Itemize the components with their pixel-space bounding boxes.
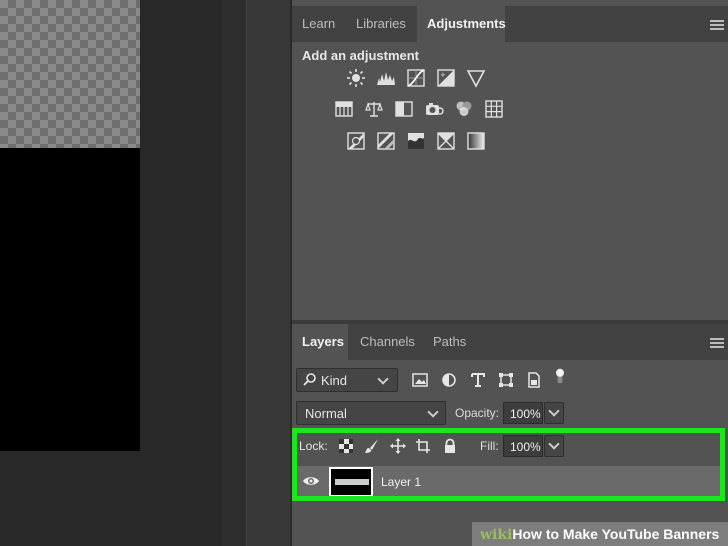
selective-color-icon[interactable] [434,129,458,153]
color-balance-icon[interactable] [362,97,386,121]
banner-black-fill [0,148,140,451]
tab-adjustments[interactable]: Adjustments [417,6,506,42]
curves-icon[interactable] [404,66,428,90]
canvas-scroll-gutter [222,0,246,546]
pixel-layer-filter-icon[interactable] [410,370,430,390]
adjustment-layer-filter-icon[interactable] [439,370,459,390]
transparency-checkerboard [0,0,140,148]
opacity-label: Opacity: [455,406,500,420]
exposure-icon[interactable]: + [434,66,458,90]
photo-filter-icon[interactable] [422,97,446,121]
panel-menu-icon[interactable] [710,20,724,30]
shape-layer-filter-icon[interactable] [496,370,516,390]
channel-mixer-icon[interactable] [452,97,476,121]
invert-icon[interactable] [344,129,368,153]
highlight-annotation-box [292,428,725,501]
watermark-prefix: wiki [480,527,513,543]
tab-layers[interactable]: Layers [292,324,348,360]
black-white-icon[interactable] [392,97,416,121]
svg-text:+: + [440,71,446,79]
document-canvas[interactable] [0,0,222,546]
blend-mode-value: Normal [305,406,347,421]
filter-toggle-icon[interactable] [550,366,570,386]
tab-learn[interactable]: Learn [292,6,344,42]
hue-saturation-icon[interactable] [332,97,356,121]
blend-mode-dropdown[interactable]: Normal [296,401,446,425]
opacity-field[interactable]: 100% [503,402,543,424]
opacity-slider-toggle[interactable] [544,402,564,424]
chevron-down-icon [427,406,439,418]
tab-libraries[interactable]: Libraries [346,6,416,42]
gradient-map-icon[interactable] [464,129,488,153]
color-lookup-icon[interactable] [482,97,506,121]
type-layer-filter-icon[interactable] [468,370,488,390]
posterize-icon[interactable] [374,129,398,153]
wikihow-watermark: wikiHow to Make YouTube Banners [472,522,728,546]
smart-object-filter-icon[interactable] [524,370,544,390]
threshold-icon[interactable] [404,129,428,153]
watermark-title: How to Make YouTube Banners [512,526,720,542]
filter-kind-label: Kind [321,373,348,388]
chevron-down-icon [548,405,560,417]
adjustments-tabbar: Learn Libraries Adjustments [292,6,728,42]
search-icon [303,372,317,389]
layers-panel-menu-icon[interactable] [710,338,724,348]
add-adjustment-heading: Add an adjustment [302,48,420,63]
layers-tabbar: Layers Channels Paths [292,324,728,360]
tab-channels[interactable]: Channels [350,324,420,360]
filter-kind-dropdown[interactable]: Kind [296,368,398,392]
dock-collapsed-column [246,0,290,546]
brightness-contrast-icon[interactable] [344,66,368,90]
tab-paths[interactable]: Paths [423,324,473,360]
vibrance-icon[interactable] [464,66,488,90]
chevron-down-icon [377,373,389,385]
levels-icon[interactable] [374,66,398,90]
